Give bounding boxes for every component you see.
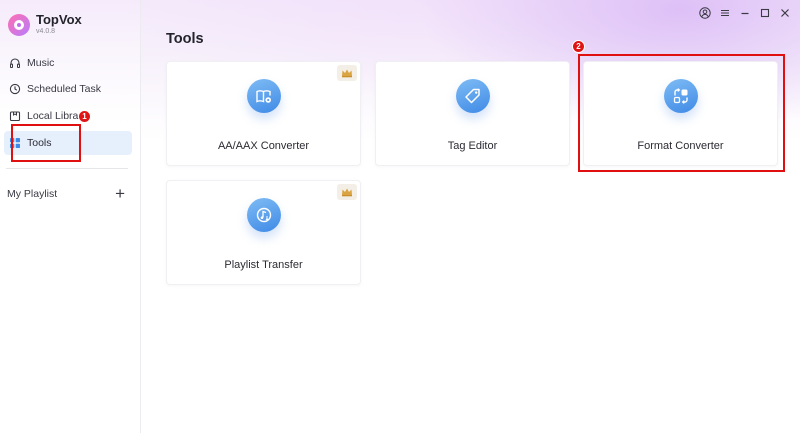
menu-icon[interactable] xyxy=(718,6,732,20)
headphones-icon xyxy=(8,57,21,70)
crown-icon xyxy=(337,184,357,200)
clock-icon xyxy=(8,83,21,96)
music-transfer-icon xyxy=(246,198,281,232)
tool-card-tag-editor[interactable]: Tag Editor xyxy=(375,61,570,166)
tag-icon xyxy=(455,79,490,113)
sidebar-item-label: Music xyxy=(27,57,55,69)
tool-card-aa-aax-converter[interactable]: AA/AAX Converter xyxy=(166,61,361,166)
app-name: TopVox xyxy=(36,12,82,27)
sidebar: TopVox v4.0.8 Music Scheduled Task Local… xyxy=(0,0,141,433)
my-playlist-header: My Playlist + xyxy=(7,185,125,202)
sidebar-divider xyxy=(6,168,128,169)
tool-label: AA/AAX Converter xyxy=(217,140,310,152)
tool-label: Playlist Transfer xyxy=(224,259,303,271)
book-convert-icon xyxy=(246,79,281,113)
crown-icon xyxy=(337,65,357,81)
annotation-badge-2: 2 xyxy=(572,40,585,53)
account-icon[interactable] xyxy=(698,6,712,20)
annotation-box-2 xyxy=(578,54,785,172)
tool-card-playlist-transfer[interactable]: Playlist Transfer xyxy=(166,180,361,285)
annotation-badge-1: 1 xyxy=(78,110,91,123)
close-icon[interactable] xyxy=(778,6,792,20)
window-controls xyxy=(698,6,792,20)
my-playlist-label: My Playlist xyxy=(7,188,58,200)
library-icon xyxy=(8,110,21,123)
app-logo xyxy=(8,14,30,36)
maximize-icon[interactable] xyxy=(758,6,772,20)
tool-label: Tag Editor xyxy=(447,140,498,152)
annotation-box-1 xyxy=(11,124,81,162)
sidebar-item-scheduled-task[interactable]: Scheduled Task xyxy=(4,77,132,101)
sidebar-item-label: Scheduled Task xyxy=(27,83,101,95)
app-version: v4.0.8 xyxy=(36,28,56,35)
page-title: Tools xyxy=(166,31,204,47)
sidebar-item-label: Local Librar xyxy=(27,110,82,122)
sidebar-item-music[interactable]: Music xyxy=(4,51,132,75)
minimize-icon[interactable] xyxy=(738,6,752,20)
plus-icon[interactable]: + xyxy=(115,185,125,202)
brand: TopVox v4.0.8 xyxy=(8,12,82,36)
